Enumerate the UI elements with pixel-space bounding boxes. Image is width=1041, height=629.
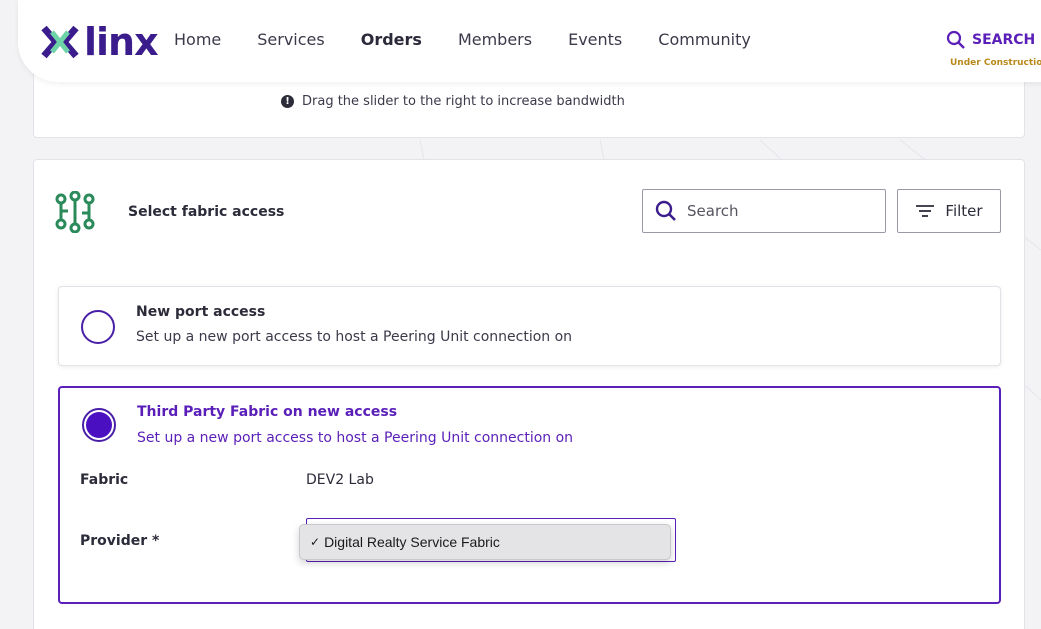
provider-dropdown-option[interactable]: ✓ Digital Realty Service Fabric [299, 524, 671, 560]
search-icon [946, 30, 965, 49]
option-title: New port access [136, 304, 266, 320]
info-icon: ! [281, 95, 294, 108]
option-new-port-access[interactable]: New port access Set up a new port access… [58, 286, 1001, 366]
filter-icon [916, 205, 935, 217]
bandwidth-info: ! Drag the slider to the right to increa… [281, 94, 625, 109]
check-icon: ✓ [310, 535, 321, 549]
nav-item-services[interactable]: Services [257, 30, 324, 49]
top-search-label: SEARCH [972, 32, 1036, 48]
fabric-search-field[interactable] [642, 189, 886, 233]
top-navbar: linx Home Services Orders Members Events… [18, 0, 1041, 82]
fabric-search-input[interactable] [687, 202, 867, 220]
radio-new-port-access[interactable] [81, 310, 115, 344]
option-title: Third Party Fabric on new access [137, 404, 398, 420]
fabric-access-title: Select fabric access [128, 204, 285, 220]
linx-logo[interactable]: linx [40, 20, 159, 64]
nav-item-home[interactable]: Home [174, 30, 221, 49]
linx-logo-mark-icon [41, 25, 79, 59]
nav-item-events[interactable]: Events [568, 30, 622, 49]
fabric-value: DEV2 Lab [306, 472, 374, 488]
provider-option-label: Digital Realty Service Fabric [324, 534, 500, 550]
option-third-party-fabric[interactable]: Third Party Fabric on new access Set up … [58, 386, 1001, 604]
provider-label: Provider * [80, 533, 160, 549]
nav-item-members[interactable]: Members [458, 30, 532, 49]
filter-button[interactable]: Filter [897, 189, 1001, 233]
search-icon [655, 200, 676, 221]
radio-selected-dot [86, 412, 112, 438]
radio-third-party-fabric[interactable] [82, 408, 116, 442]
nav-item-community[interactable]: Community [658, 30, 751, 49]
option-description: Set up a new port access to host a Peeri… [137, 430, 574, 446]
under-construction-note: Under Construction [950, 58, 1041, 68]
fabric-network-icon [55, 191, 95, 233]
top-search-button[interactable]: SEARCH [946, 30, 1035, 50]
fabric-label: Fabric [80, 472, 129, 488]
filter-button-label: Filter [945, 202, 983, 220]
bandwidth-info-text: Drag the slider to the right to increase… [302, 94, 625, 109]
logo-text: linx [84, 20, 159, 64]
fabric-access-card: Select fabric access Filter New port acc… [33, 159, 1025, 629]
option-description: Set up a new port access to host a Peeri… [136, 329, 573, 345]
nav-item-orders[interactable]: Orders [361, 30, 422, 49]
main-nav: Home Services Orders Members Events Comm… [174, 30, 787, 49]
